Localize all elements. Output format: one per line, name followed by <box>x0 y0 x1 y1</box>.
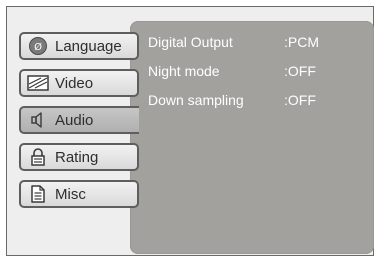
speaker-icon <box>27 109 49 131</box>
tab-video[interactable]: Video <box>19 69 139 97</box>
tab-audio[interactable]: Audio <box>19 106 139 134</box>
svg-text:Ø: Ø <box>34 41 42 53</box>
tab-misc-label: Misc <box>55 185 86 203</box>
setting-down-sampling[interactable]: Down sampling :OFF <box>148 92 368 121</box>
lock-icon <box>27 146 49 168</box>
setting-value: :OFF <box>284 63 316 79</box>
tab-rating[interactable]: Rating <box>19 143 139 171</box>
tab-video-label: Video <box>55 74 94 92</box>
tab-language[interactable]: Ø Language <box>19 32 139 60</box>
setting-name: Digital Output <box>148 34 233 50</box>
tab-language-label: Language <box>55 37 122 55</box>
tab-misc[interactable]: Misc <box>19 180 139 208</box>
setting-night-mode[interactable]: Night mode :OFF <box>148 63 368 92</box>
setting-name: Down sampling <box>148 92 244 108</box>
audio-settings-list: Digital Output :PCM Night mode :OFF Down… <box>148 34 368 121</box>
language-icon: Ø <box>27 35 49 57</box>
tab-rating-label: Rating <box>55 148 99 166</box>
document-icon <box>27 183 49 205</box>
tab-audio-label: Audio <box>55 111 94 129</box>
setting-value: :OFF <box>284 92 316 108</box>
video-icon <box>27 72 49 94</box>
setting-name: Night mode <box>148 63 220 79</box>
setting-value: :PCM <box>284 34 319 50</box>
setting-digital-output[interactable]: Digital Output :PCM <box>148 34 368 63</box>
